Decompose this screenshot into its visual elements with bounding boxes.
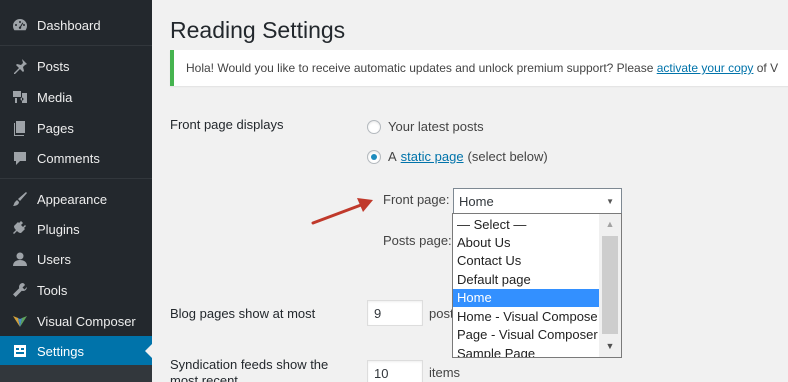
wrench-icon bbox=[11, 281, 29, 299]
posts-per-page-input[interactable]: 9 bbox=[367, 300, 423, 326]
sidebar-item-label: Media bbox=[37, 89, 73, 105]
latest-posts-label: Your latest posts bbox=[388, 119, 484, 134]
latest-posts-radio[interactable] bbox=[367, 119, 381, 134]
syndication-label: Syndication feeds show the most recent bbox=[170, 357, 329, 382]
front-page-displays-label: Front page displays bbox=[170, 117, 284, 132]
dropdown-option[interactable]: Default page bbox=[453, 271, 599, 289]
sidebar-item-label: Visual Composer bbox=[37, 313, 136, 329]
sidebar-item-settings[interactable]: Settings bbox=[0, 336, 152, 366]
update-notice: Hola! Would you like to receive automati… bbox=[170, 50, 788, 86]
feed-items-input[interactable]: 10 bbox=[367, 360, 423, 382]
sidebar-item-visual-composer[interactable]: Visual Composer bbox=[0, 306, 152, 336]
sidebar-item-appearance[interactable]: Appearance bbox=[0, 184, 152, 214]
dropdown-option[interactable]: Home - Visual Compose bbox=[453, 308, 599, 326]
dropdown-option[interactable]: Page - Visual Composer bbox=[453, 326, 599, 344]
blog-pages-label: Blog pages show at most bbox=[170, 306, 316, 321]
sidebar-item-pages[interactable]: Pages bbox=[0, 113, 152, 143]
page-title: Reading Settings bbox=[170, 17, 346, 43]
dropdown-option[interactable]: Contact Us bbox=[453, 252, 599, 270]
admin-sidebar: Dashboard Posts Media Pages Comments App… bbox=[0, 0, 152, 382]
sidebar-item-plugins[interactable]: Plugins bbox=[0, 214, 152, 244]
notice-text: Hola! Would you like to receive automati… bbox=[186, 61, 657, 75]
annotation-arrow-icon bbox=[311, 198, 373, 225]
menu-separator bbox=[0, 178, 152, 179]
static-page-radio[interactable] bbox=[367, 149, 381, 164]
caret-down-icon: ▼ bbox=[606, 197, 614, 206]
settings-icon bbox=[11, 342, 29, 360]
media-icon bbox=[11, 88, 29, 106]
pin-icon bbox=[11, 57, 29, 75]
sidebar-item-users[interactable]: Users bbox=[0, 244, 152, 274]
dropdown-scrollbar[interactable]: ▲ ▼ bbox=[599, 214, 621, 357]
static-page-suffix: (select below) bbox=[467, 149, 548, 164]
latest-posts-option[interactable]: Your latest posts bbox=[367, 119, 484, 134]
visual-composer-icon bbox=[11, 312, 29, 330]
front-page-select[interactable]: Home ▼ bbox=[453, 188, 622, 214]
dropdown-option[interactable]: About Us bbox=[453, 234, 599, 252]
front-page-label: Front page: bbox=[383, 192, 450, 207]
sidebar-item-label: Pages bbox=[37, 120, 74, 136]
pages-icon bbox=[11, 119, 29, 137]
sidebar-item-comments[interactable]: Comments bbox=[0, 143, 152, 173]
syndication-unit: items bbox=[429, 365, 461, 380]
sidebar-item-label: Users bbox=[37, 251, 71, 267]
scroll-down-arrow-icon[interactable]: ▼ bbox=[599, 336, 621, 356]
comment-icon bbox=[11, 149, 29, 167]
plugin-icon bbox=[11, 220, 29, 238]
scroll-up-arrow-icon[interactable]: ▲ bbox=[599, 214, 621, 234]
sidebar-item-label: Comments bbox=[37, 150, 100, 166]
sidebar-item-dashboard[interactable]: Dashboard bbox=[0, 10, 152, 40]
user-icon bbox=[11, 250, 29, 268]
sidebar-item-label: Appearance bbox=[37, 191, 108, 207]
menu-separator bbox=[0, 45, 152, 46]
posts-page-label: Posts page: bbox=[383, 233, 452, 248]
brush-icon bbox=[11, 190, 29, 208]
notice-suffix: of V bbox=[753, 61, 779, 75]
front-page-dropdown-list[interactable]: — Select — About Us Contact Us Default p… bbox=[452, 213, 622, 358]
dropdown-option-selected[interactable]: Home bbox=[453, 289, 599, 307]
activate-copy-link[interactable]: activate your copy bbox=[657, 61, 754, 75]
sidebar-item-label: Plugins bbox=[37, 221, 80, 237]
scroll-thumb[interactable] bbox=[602, 236, 618, 334]
static-page-option[interactable]: A static page (select below) bbox=[367, 149, 548, 164]
sidebar-item-label: Posts bbox=[37, 58, 70, 74]
sidebar-item-label: Dashboard bbox=[37, 17, 101, 33]
sidebar-item-media[interactable]: Media bbox=[0, 82, 152, 112]
sidebar-item-posts[interactable]: Posts bbox=[0, 51, 152, 81]
dropdown-option[interactable]: — Select — bbox=[453, 216, 599, 234]
static-page-prefix: A bbox=[388, 149, 397, 164]
front-page-value: Home bbox=[459, 194, 494, 209]
dashboard-icon bbox=[11, 16, 29, 34]
dropdown-option[interactable]: Sample Page bbox=[453, 345, 599, 357]
sidebar-item-tools[interactable]: Tools bbox=[0, 275, 152, 305]
sidebar-item-label: Settings bbox=[37, 343, 84, 359]
settings-submenu bbox=[0, 365, 152, 382]
static-page-link[interactable]: static page bbox=[401, 149, 464, 164]
sidebar-item-label: Tools bbox=[37, 282, 68, 298]
